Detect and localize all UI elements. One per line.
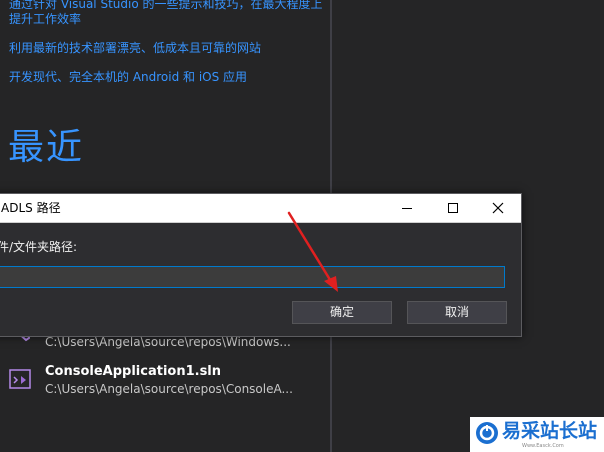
adls-path-dialog: ADLS 路径 件/文件夹路径: 确定 取消	[0, 193, 522, 337]
close-button[interactable]	[475, 194, 521, 222]
minimize-icon	[402, 208, 412, 209]
visual-studio-solution-icon	[9, 369, 31, 389]
visual-studio-start-page: 通过针对 Visual Studio 的一些提示和技巧，在最大程度上 提升工作效…	[0, 0, 604, 452]
recent-item-name: ConsoleApplication1.sln	[45, 364, 222, 379]
watermark-logo: 易采站长站 Www.Easck.Com	[470, 417, 604, 452]
watermark-subtext: Www.Easck.Com	[522, 443, 564, 449]
maximize-icon	[448, 203, 458, 213]
close-icon	[492, 202, 504, 214]
recent-heading: 最近	[8, 127, 85, 168]
watermark-logo-icon	[476, 422, 498, 444]
cancel-button[interactable]: 取消	[407, 301, 507, 324]
deploy-website-link[interactable]: 利用最新的技术部署漂亮、低成本且可靠的网站	[9, 40, 261, 56]
tips-link-line2[interactable]: 提升工作效率	[9, 11, 81, 27]
dialog-titlebar: ADLS 路径	[0, 194, 521, 223]
recent-item-path: C:\Users\Angela\source\repos\ConsoleA...	[45, 382, 293, 396]
dialog-title: ADLS 路径	[1, 201, 61, 215]
maximize-button[interactable]	[430, 194, 476, 222]
watermark-text: 易采站长站	[502, 420, 598, 442]
path-input[interactable]	[0, 266, 505, 288]
minimize-button[interactable]	[384, 194, 430, 222]
recent-item-console-app[interactable]: ConsoleApplication1.sln C:\Users\Angela\…	[8, 363, 308, 403]
path-field-label: 件/文件夹路径:	[0, 240, 78, 254]
mobile-app-link[interactable]: 开发现代、完全本机的 Android 和 iOS 应用	[9, 69, 247, 85]
ok-button[interactable]: 确定	[292, 301, 392, 324]
